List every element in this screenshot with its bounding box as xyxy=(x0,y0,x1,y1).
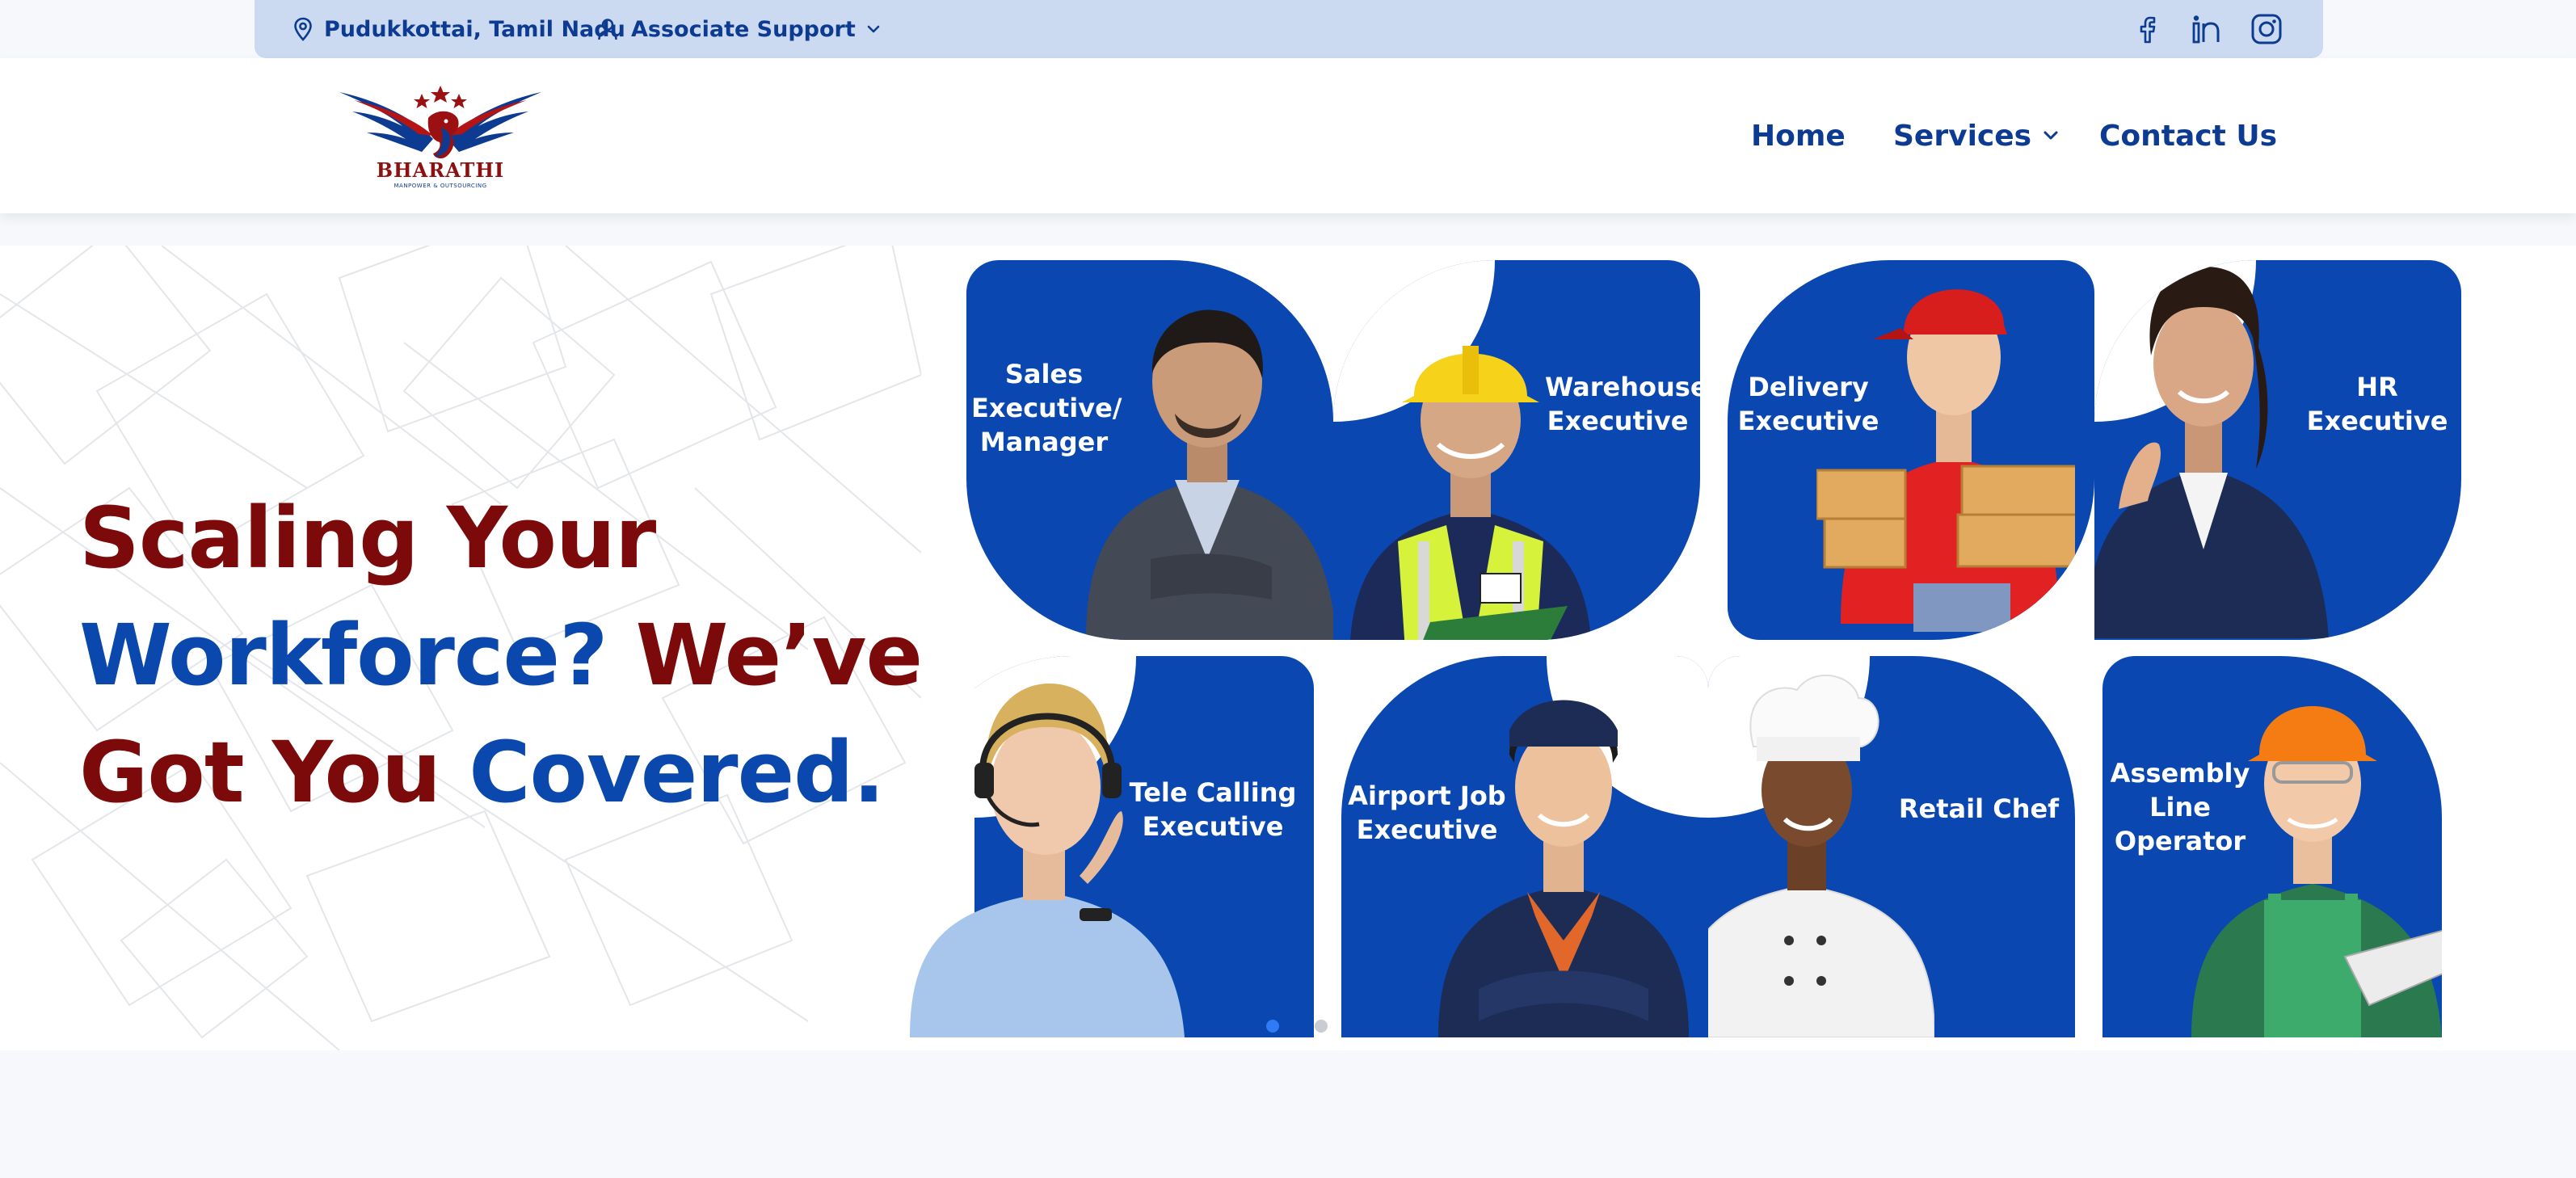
top-info-bar: Pudukkottai, Tamil Nadu Associate Suppor… xyxy=(255,0,2323,58)
headline-line-2a: Workforce? xyxy=(79,606,608,705)
carousel-dot-3[interactable] xyxy=(1290,1020,1303,1033)
job-label-hr: HR Executive xyxy=(2306,372,2448,436)
user-icon xyxy=(598,19,617,40)
job-label-warehouse: Warehouse Executive xyxy=(1545,372,1700,436)
job-card-chef[interactable]: Retail Chef xyxy=(1708,656,2075,1037)
headline-line-2b: We’ve xyxy=(635,606,923,705)
location-text: Pudukkottai, Tamil Nadu xyxy=(324,16,625,42)
job-card-assembly[interactable]: Assembly Line Operator xyxy=(2102,656,2442,1037)
nav-contact-us[interactable]: Contact Us xyxy=(2099,116,2277,155)
job-card-airport[interactable]: Airport Job Executive xyxy=(1341,656,1708,1037)
job-label-delivery: Delivery Executive xyxy=(1737,372,1879,436)
next-section xyxy=(0,1050,2576,1178)
job-card-tele-calling[interactable]: Tele Calling Executive xyxy=(910,656,1314,1037)
chef-image xyxy=(1708,675,1934,1037)
main-header: BHARATHI MANPOWER & OUTSOURCING Home Ser… xyxy=(0,58,2576,213)
brand-logo[interactable]: BHARATHI MANPOWER & OUTSOURCING xyxy=(338,82,543,192)
carousel-dot-1[interactable] xyxy=(1242,1020,1255,1033)
brand-name: BHARATHI xyxy=(376,158,505,182)
job-card-hr[interactable]: HR Executive xyxy=(2094,260,2461,640)
delivery-person-image xyxy=(1816,289,2075,632)
job-label-assembly: Assembly Line Operator xyxy=(2110,758,2250,856)
tele-caller-image xyxy=(910,684,1185,1037)
associate-support-label: Associate Support xyxy=(631,16,856,42)
associate-support-dropdown[interactable]: Associate Support xyxy=(597,0,880,58)
nav-home[interactable]: Home xyxy=(1751,116,1846,155)
chevron-down-icon xyxy=(867,25,880,33)
carousel-dot-4[interactable] xyxy=(1315,1020,1328,1033)
headline-line-3b: Covered. xyxy=(469,723,885,822)
carousel-dot-2[interactable] xyxy=(1266,1020,1279,1033)
sales-person-image xyxy=(1086,309,1333,640)
location-info[interactable]: Pudukkottai, Tamil Nadu xyxy=(293,0,625,58)
headline-line-1: Scaling Your xyxy=(79,489,656,587)
nav-services[interactable]: Services xyxy=(1893,116,2059,155)
location-pin-icon xyxy=(294,17,312,41)
chevron-down-icon xyxy=(2044,131,2058,140)
hr-person-image xyxy=(2094,266,2329,638)
carousel-pagination xyxy=(1242,1020,1328,1033)
warehouse-worker-image xyxy=(1350,346,1591,640)
facebook-link[interactable] xyxy=(2137,0,2157,58)
headline-line-3a: Got You xyxy=(79,723,441,822)
job-label-chef: Retail Chef xyxy=(1898,793,2060,824)
job-card-warehouse[interactable]: Warehouse Executive xyxy=(1333,260,1700,640)
linkedin-link[interactable] xyxy=(2191,0,2223,58)
airport-staff-image xyxy=(1438,700,1689,1037)
job-card-sales[interactable]: Sales Executive/ Manager xyxy=(966,260,1333,640)
hero-headline: Scaling Your Workforce? We’ve Got You Co… xyxy=(79,480,923,831)
brand-tagline: MANPOWER & OUTSOURCING xyxy=(394,183,487,189)
job-label-sales: Sales Executive/ Manager xyxy=(971,359,1122,457)
facebook-icon xyxy=(2140,16,2156,44)
job-label-airport: Airport Job Executive xyxy=(1348,780,1506,845)
nav-services-label: Services xyxy=(1893,119,2032,153)
hero-banner: Scaling Your Workforce? We’ve Got You Co… xyxy=(0,246,2576,1050)
instagram-link[interactable] xyxy=(2250,0,2283,58)
instagram-icon xyxy=(2251,14,2282,44)
job-label-tele-calling: Tele Calling Executive xyxy=(1129,777,1297,842)
eagle-wings-logo-icon xyxy=(339,86,541,159)
linkedin-icon xyxy=(2192,15,2220,44)
job-card-delivery[interactable]: Delivery Executive xyxy=(1728,260,2094,640)
